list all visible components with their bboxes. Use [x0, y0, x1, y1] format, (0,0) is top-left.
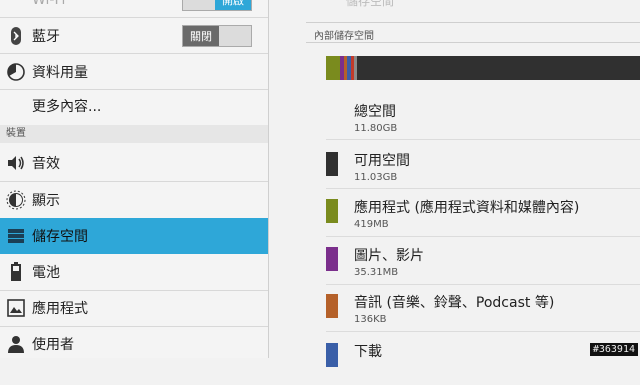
storage-item-apps[interactable]: 應用程式 (應用程式資料和媒體內容) 419MB — [326, 197, 640, 241]
divider — [306, 42, 640, 43]
sidebar-item-label: 儲存空間 — [32, 229, 88, 245]
storage-usage-bar — [326, 56, 640, 80]
storage-item-audio[interactable]: 音訊 (音樂、鈴聲、Podcast 等) 136KB — [326, 292, 640, 336]
sidebar-item-data-usage[interactable]: 資料用量 — [0, 54, 268, 90]
storage-item-name: 應用程式 (應用程式資料和媒體內容) — [354, 200, 580, 216]
sidebar-item-label: 藍牙 — [32, 29, 60, 45]
section-header-device: 裝置 — [0, 125, 268, 143]
divider — [326, 188, 640, 189]
apps-icon — [0, 299, 32, 317]
sidebar-item-label: 顯示 — [32, 193, 60, 209]
sidebar-item-apps[interactable]: 應用程式 — [0, 290, 268, 326]
sidebar-item-label: 使用者 — [32, 337, 74, 353]
section-title-internal-storage: 內部儲存空間 — [314, 31, 374, 42]
color-swatch — [326, 294, 338, 318]
sidebar-item-display[interactable]: 顯示 — [0, 182, 268, 218]
wifi-toggle[interactable]: 開啟 — [182, 0, 252, 11]
sidebar-item-label: 資料用量 — [32, 65, 88, 81]
sidebar-item-user[interactable]: 使用者 — [0, 326, 268, 358]
divider — [326, 139, 640, 140]
data-usage-icon — [0, 63, 32, 81]
sidebar-item-label: 應用程式 — [32, 301, 88, 317]
sidebar-item-sound[interactable]: 音效 — [0, 145, 268, 181]
storage-item-name: 總空間 — [354, 104, 396, 120]
user-icon — [0, 335, 32, 353]
storage-item-size: 11.80GB — [354, 123, 398, 134]
storage-detail-pane: 儲存空間 內部儲存空間 總空間 11.80GB 可用空間 11.03GB 應用程… — [270, 0, 640, 367]
page-title: 儲存空間 — [346, 0, 395, 8]
toggle-knob: 開啟 — [215, 0, 251, 10]
storage-item-name: 可用空間 — [354, 153, 410, 169]
settings-sidebar: Wi-Fi 開啟 藍牙 關閉 資料用量 更多內容... 裝置 音效 顯示 儲存空… — [0, 0, 269, 358]
watermark-label: #363914 — [589, 343, 638, 356]
color-swatch — [326, 199, 338, 223]
storage-icon — [0, 228, 32, 244]
sidebar-item-label: 電池 — [32, 265, 60, 281]
storage-item-name: 下載 — [354, 344, 382, 360]
sidebar-item-label: 音效 — [32, 156, 60, 172]
storage-item-size: 136KB — [354, 314, 387, 325]
divider — [326, 331, 640, 332]
storage-item-name: 圖片、影片 — [354, 248, 424, 264]
bluetooth-toggle[interactable]: 關閉 — [182, 25, 252, 47]
color-swatch — [326, 343, 338, 367]
divider — [326, 236, 640, 237]
color-swatch — [326, 247, 338, 271]
sidebar-item-storage[interactable]: 儲存空間 — [0, 218, 268, 254]
sidebar-item-more[interactable]: 更多內容... — [0, 88, 268, 124]
storage-item-pictures[interactable]: 圖片、影片 35.31MB — [326, 245, 640, 289]
divider — [306, 22, 640, 23]
bluetooth-icon — [0, 26, 32, 46]
storage-bar-apps — [326, 56, 340, 80]
storage-item-name: 音訊 (音樂、鈴聲、Podcast 等) — [354, 295, 555, 311]
sidebar-item-bluetooth[interactable]: 藍牙 關閉 — [0, 18, 268, 54]
storage-item-size: 11.03GB — [354, 172, 398, 183]
sidebar-item-label: Wi-Fi — [32, 0, 66, 8]
sidebar-item-battery[interactable]: 電池 — [0, 254, 268, 290]
volume-icon — [0, 154, 32, 172]
storage-bar-free — [357, 56, 640, 80]
storage-item-size: 35.31MB — [354, 267, 399, 278]
sidebar-item-wifi[interactable]: Wi-Fi 開啟 — [0, 0, 268, 18]
toggle-knob: 關閉 — [183, 26, 219, 46]
color-swatch — [326, 152, 338, 176]
divider — [326, 284, 640, 285]
battery-icon — [0, 262, 32, 282]
brightness-icon — [0, 190, 32, 210]
sidebar-item-label: 更多內容... — [32, 99, 102, 115]
storage-item-size: 419MB — [354, 219, 389, 230]
